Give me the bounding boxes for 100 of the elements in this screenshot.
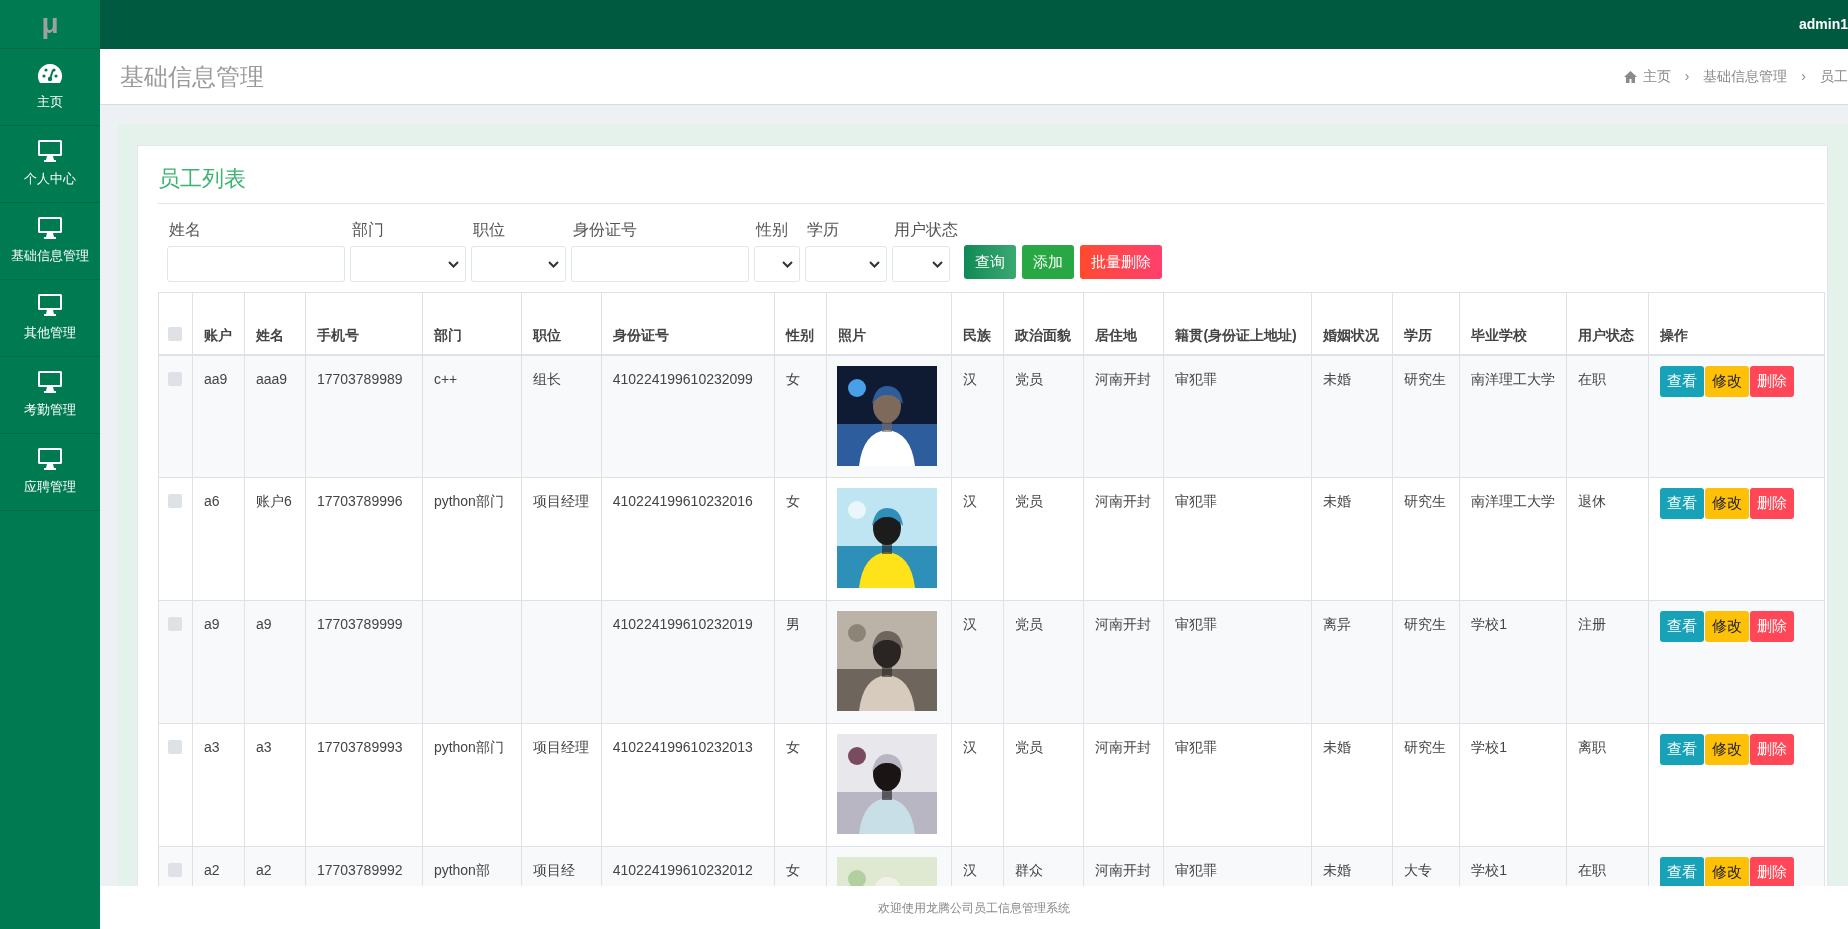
input-field[interactable] bbox=[167, 246, 345, 282]
chevron-down-icon bbox=[932, 260, 943, 268]
table-cell: a3 bbox=[192, 723, 245, 847]
breadcrumb-separator: › bbox=[1684, 67, 1690, 86]
table-cell: 河南开封 bbox=[1083, 354, 1164, 478]
monitor-icon bbox=[37, 216, 63, 241]
table-cell: 410224199610232099 bbox=[601, 354, 775, 478]
table-cell: c++ bbox=[422, 354, 522, 478]
table-cell: 离异 bbox=[1311, 600, 1393, 724]
delete-button[interactable]: 删除 bbox=[1749, 857, 1794, 886]
breadcrumb-link[interactable]: 员工 bbox=[1820, 66, 1848, 87]
column-header: 账户 bbox=[192, 292, 245, 355]
delete-button[interactable]: 删除 bbox=[1749, 488, 1794, 519]
delete-button[interactable]: 删除 bbox=[1749, 611, 1794, 642]
table-cell: 研究生 bbox=[1392, 600, 1460, 724]
chevron-down-icon bbox=[548, 260, 559, 268]
column-header: 学历 bbox=[1392, 292, 1460, 355]
checkbox[interactable] bbox=[168, 326, 183, 341]
checkbox[interactable] bbox=[168, 863, 183, 878]
select-field[interactable] bbox=[892, 246, 950, 282]
input-field[interactable] bbox=[571, 246, 749, 282]
chevron-down-icon bbox=[782, 260, 793, 268]
search-button[interactable]: 查询 bbox=[964, 245, 1016, 279]
table-cell: 17703789993 bbox=[305, 723, 423, 847]
edit-button[interactable]: 修改 bbox=[1704, 611, 1749, 642]
table-cell: 研究生 bbox=[1392, 723, 1460, 847]
table-cell: 退休 bbox=[1566, 477, 1649, 601]
table-cell: 河南开封 bbox=[1083, 477, 1164, 601]
table-cell: 17703789996 bbox=[305, 477, 423, 601]
checkbox[interactable] bbox=[168, 740, 183, 755]
column-header: 操作 bbox=[1648, 292, 1825, 355]
field-label: 学历 bbox=[806, 220, 840, 240]
table-cell: 注册 bbox=[1566, 600, 1649, 724]
column-header: 政治面貌 bbox=[1003, 292, 1084, 355]
column-header: 性别 bbox=[774, 292, 827, 355]
table-cell: python部门 bbox=[422, 477, 522, 601]
column-header: 婚姻状况 bbox=[1311, 292, 1393, 355]
breadcrumb-link[interactable]: 基础信息管理 bbox=[1703, 66, 1788, 87]
table-cell: 女 bbox=[774, 354, 827, 478]
edit-button[interactable]: 修改 bbox=[1704, 365, 1749, 397]
column-header: 毕业学校 bbox=[1459, 292, 1567, 355]
column-header: 照片 bbox=[826, 292, 952, 355]
select-field[interactable] bbox=[471, 246, 566, 282]
field-label: 性别 bbox=[754, 220, 789, 240]
table-cell: 学校1 bbox=[1459, 723, 1567, 847]
add-button[interactable]: 添加 bbox=[1022, 245, 1074, 279]
field-label: 身份证号 bbox=[572, 220, 638, 240]
view-button[interactable]: 查看 bbox=[1659, 857, 1704, 886]
table-cell: 17703789989 bbox=[305, 354, 423, 478]
delete-button[interactable]: 删除 bbox=[1749, 734, 1794, 765]
delete-button[interactable]: 删除 bbox=[1749, 365, 1794, 397]
edit-button[interactable]: 修改 bbox=[1704, 488, 1749, 519]
table-cell: a3 bbox=[244, 723, 306, 847]
table-cell: 未婚 bbox=[1311, 477, 1393, 601]
view-button[interactable]: 查看 bbox=[1659, 611, 1704, 642]
chevron-down-icon bbox=[869, 260, 880, 268]
user-name[interactable]: admin1 bbox=[1799, 14, 1848, 35]
column-header: 民族 bbox=[951, 292, 1004, 355]
view-button[interactable]: 查看 bbox=[1659, 734, 1704, 765]
table-cell: 党员 bbox=[1003, 600, 1084, 724]
view-button[interactable]: 查看 bbox=[1659, 488, 1704, 519]
monitor-icon bbox=[37, 293, 63, 318]
breadcrumb-link[interactable]: 主页 bbox=[1642, 66, 1671, 87]
column-header: 职位 bbox=[521, 292, 602, 355]
panel-title: 员工列表 bbox=[158, 166, 246, 191]
logo: μ bbox=[41, 10, 59, 38]
table-cell: 项目经理 bbox=[521, 723, 602, 847]
column-header: 居住地 bbox=[1083, 292, 1164, 355]
checkbox[interactable] bbox=[168, 371, 183, 386]
table-cell: a9 bbox=[192, 600, 245, 724]
table-cell: 410224199610232013 bbox=[601, 723, 775, 847]
table-cell: a9 bbox=[244, 600, 306, 724]
table-cell: 未婚 bbox=[1311, 723, 1393, 847]
table-cell: 河南开封 bbox=[1083, 723, 1164, 847]
select-field[interactable] bbox=[754, 246, 800, 282]
view-button[interactable]: 查看 bbox=[1659, 365, 1704, 397]
table-cell: 党员 bbox=[1003, 723, 1084, 847]
checkbox[interactable] bbox=[168, 617, 183, 632]
table-cell: a6 bbox=[192, 477, 245, 601]
table-cell: 女 bbox=[774, 723, 827, 847]
table-cell: 党员 bbox=[1003, 477, 1084, 601]
table-cell: 研究生 bbox=[1392, 354, 1460, 478]
table-cell: 汉 bbox=[951, 600, 1004, 724]
select-field[interactable] bbox=[805, 246, 887, 282]
batch-delete-button[interactable]: 批量删除 bbox=[1080, 245, 1162, 279]
field-label: 用户状态 bbox=[893, 220, 958, 240]
table-cell: 410224199610232016 bbox=[601, 477, 775, 601]
table-cell: 审犯罪 bbox=[1163, 477, 1312, 601]
table-cell: 组长 bbox=[521, 354, 602, 478]
table-cell: 审犯罪 bbox=[1163, 354, 1312, 478]
edit-button[interactable]: 修改 bbox=[1704, 857, 1749, 886]
monitor-icon bbox=[37, 139, 63, 164]
table-cell: 河南开封 bbox=[1083, 600, 1164, 724]
checkbox[interactable] bbox=[168, 494, 183, 509]
table-cell: 离职 bbox=[1566, 723, 1649, 847]
field-label: 职位 bbox=[472, 220, 506, 240]
table-cell: 410224199610232019 bbox=[601, 600, 775, 724]
breadcrumb-separator: › bbox=[1801, 67, 1806, 86]
edit-button[interactable]: 修改 bbox=[1704, 734, 1749, 765]
select-field[interactable] bbox=[350, 246, 466, 282]
